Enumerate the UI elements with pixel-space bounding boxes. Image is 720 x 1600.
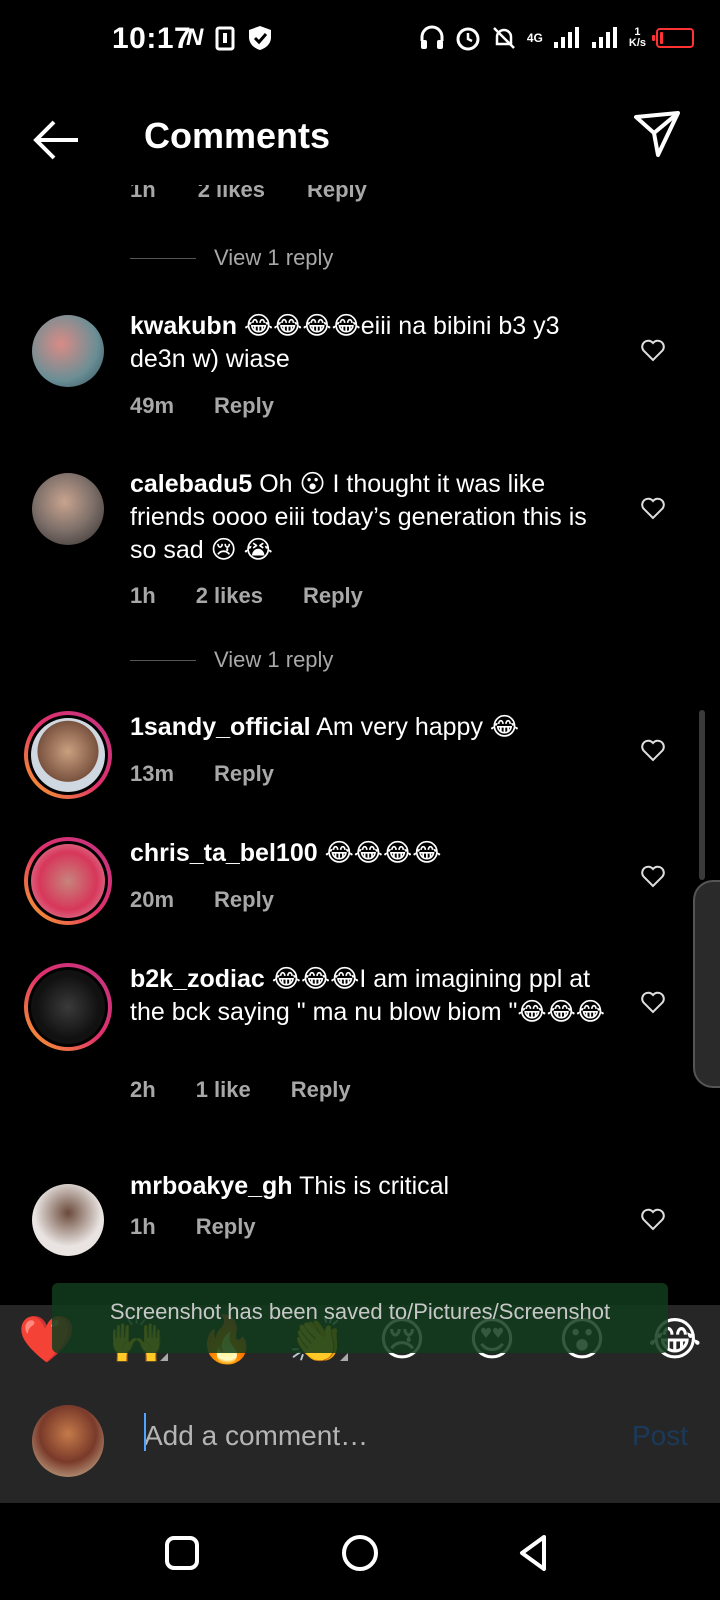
status-left-icons: N — [186, 24, 273, 52]
username[interactable]: 1sandy_official — [130, 713, 311, 741]
comment-meta: 1h 2 likes Reply — [130, 583, 363, 608]
comment-text: calebadu5 Oh 😮 I thought it was like fri… — [130, 468, 620, 567]
emoji-variants-indicator — [160, 1353, 168, 1361]
comment-meta: 49m Reply — [130, 393, 274, 418]
comment-input[interactable] — [142, 1405, 586, 1467]
header: Comments — [0, 95, 720, 185]
comment-body: Am very happy 😂 — [316, 713, 520, 741]
divider — [130, 659, 196, 661]
status-time: 10:17 — [112, 22, 192, 55]
network-type: 4G — [526, 31, 543, 45]
heart-icon[interactable] — [640, 495, 666, 521]
home-icon[interactable] — [338, 1531, 382, 1575]
comment-text: mrboakye_gh This is critical — [130, 1170, 620, 1203]
comment-text: kwakubn 😂😂😂😂eiii na bibini b3 y3 de3n w)… — [130, 310, 620, 376]
comment-meta: 2h 1 like Reply — [130, 1077, 351, 1102]
heart-icon[interactable] — [640, 863, 666, 889]
comment-text: 1sandy_official Am very happy 😂 — [130, 711, 620, 744]
avatar[interactable] — [32, 473, 104, 545]
partial-comment-meta: 1h 2 likes Reply — [130, 185, 367, 202]
back-arrow-icon[interactable] — [30, 115, 84, 165]
net-speed: 1 K/s — [628, 26, 646, 49]
system-nav-bar — [0, 1503, 720, 1600]
scrollbar[interactable] — [699, 710, 705, 880]
avatar — [32, 1405, 104, 1477]
comment-meta: 20m Reply — [130, 887, 274, 912]
nfc-icon: N — [186, 24, 204, 51]
comment-meta: 1h Reply — [130, 1214, 256, 1239]
status-bar: 10:17 N 4G 1 K/s — [0, 0, 720, 80]
comment-text: b2k_zodiac 😂😂😂I am imagining ppl at the … — [130, 963, 620, 1029]
username[interactable]: chris_ta_bel100 — [130, 839, 318, 867]
avatar[interactable] — [24, 837, 112, 925]
send-icon[interactable] — [632, 109, 682, 159]
headphones-icon — [420, 25, 444, 49]
edge-panel-handle[interactable] — [693, 880, 720, 1088]
avatar[interactable] — [32, 1184, 104, 1256]
heart-icon[interactable] — [640, 337, 666, 363]
avatar[interactable] — [24, 963, 112, 1051]
comment-body: 😂😂😂😂 — [324, 839, 442, 867]
comment-body: This is critical — [299, 1172, 450, 1200]
username[interactable]: calebadu5 — [130, 470, 252, 498]
username[interactable]: mrboakye_gh — [130, 1172, 293, 1200]
avatar[interactable] — [32, 315, 104, 387]
view-replies-link[interactable]: View 1 reply — [130, 647, 333, 673]
back-icon[interactable] — [512, 1531, 556, 1575]
comment-text: chris_ta_bel100 😂😂😂😂 — [130, 837, 620, 870]
status-right-icons: 4G 1 K/s — [419, 24, 694, 52]
emoji-variants-indicator — [340, 1353, 348, 1361]
username[interactable]: b2k_zodiac — [130, 965, 265, 993]
screenshot-toast: Screenshot has been saved to/Pictures/Sc… — [52, 1283, 668, 1353]
battery-fill — [660, 32, 663, 44]
heart-icon[interactable] — [640, 1206, 666, 1232]
comment-list[interactable]: 1h 2 likes Reply View 1 reply kwakubn 😂😂… — [0, 185, 720, 1305]
battery-icon — [652, 28, 694, 48]
alarm-icon — [456, 27, 480, 51]
signal-icon — [553, 27, 579, 48]
username[interactable]: kwakubn — [130, 312, 237, 340]
avatar[interactable] — [24, 711, 112, 799]
page-title: Comments — [144, 115, 331, 156]
heart-icon[interactable] — [640, 989, 666, 1015]
shield-icon — [249, 26, 272, 50]
comment-composer: Post — [0, 1375, 720, 1503]
heart-icon[interactable] — [640, 737, 666, 763]
recents-icon[interactable] — [160, 1531, 204, 1575]
text-caret — [144, 1413, 146, 1451]
view-replies-link[interactable]: View 1 reply — [130, 245, 333, 271]
comment-meta: 13m Reply — [130, 761, 274, 786]
post-button[interactable]: Post — [632, 1420, 688, 1452]
signal-icon-2 — [591, 27, 617, 48]
divider — [130, 257, 196, 259]
bell-off-icon — [492, 27, 515, 49]
clipboard-icon — [215, 26, 235, 51]
